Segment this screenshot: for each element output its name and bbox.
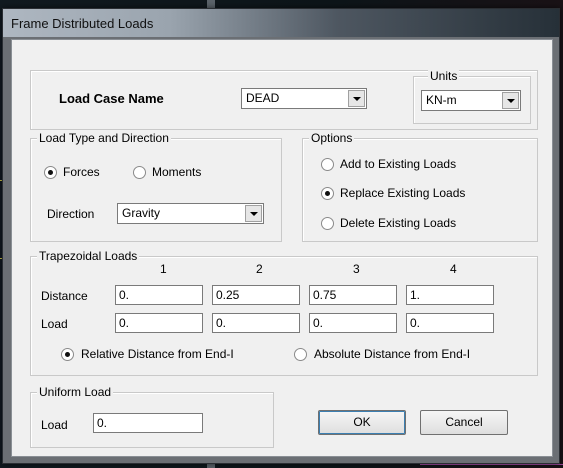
units-group-title: Units bbox=[428, 69, 460, 83]
direction-value: Gravity bbox=[122, 206, 161, 220]
column-header-1: 1 bbox=[160, 262, 167, 276]
trapezoidal-loads-group: Trapezoidal Loads 1 2 3 4 Distance 0. 0.… bbox=[30, 249, 538, 376]
uniform-group-title: Uniform Load bbox=[37, 385, 114, 399]
load-case-label: Load Case Name bbox=[59, 91, 164, 106]
load-input-1[interactable]: 0. bbox=[115, 313, 203, 333]
frame-distributed-loads-dialog: Frame Distributed Loads Load Case Name D… bbox=[2, 8, 560, 464]
moments-label: Moments bbox=[152, 165, 202, 179]
direction-combo[interactable]: Gravity bbox=[117, 203, 264, 224]
load-case-value: DEAD bbox=[246, 91, 280, 105]
load-input-2[interactable]: 0. bbox=[212, 313, 300, 333]
options-group-title: Options bbox=[309, 131, 355, 145]
background-grid-line bbox=[420, 464, 563, 465]
load-row-label: Load bbox=[41, 317, 68, 331]
direction-label: Direction bbox=[47, 207, 95, 221]
load-case-group: Load Case Name DEAD Units KN-m bbox=[30, 69, 538, 130]
delete-existing-radio[interactable] bbox=[321, 217, 334, 230]
add-existing-radio[interactable] bbox=[321, 158, 334, 171]
trapezoidal-group-title: Trapezoidal Loads bbox=[37, 249, 140, 263]
chevron-down-icon[interactable] bbox=[348, 90, 365, 107]
window-title: Frame Distributed Loads bbox=[11, 16, 154, 31]
units-combo[interactable]: KN-m bbox=[421, 90, 521, 111]
add-existing-label: Add to Existing Loads bbox=[340, 157, 457, 171]
title-bar[interactable]: Frame Distributed Loads bbox=[3, 9, 559, 37]
uniform-load-input[interactable]: 0. bbox=[93, 413, 203, 433]
absolute-distance-label: Absolute Distance from End-I bbox=[314, 347, 471, 361]
column-header-2: 2 bbox=[256, 262, 263, 276]
replace-existing-radio[interactable] bbox=[321, 187, 334, 200]
relative-distance-radio[interactable] bbox=[61, 348, 74, 361]
load-case-combo[interactable]: DEAD bbox=[241, 88, 367, 109]
forces-label: Forces bbox=[63, 165, 100, 179]
moments-radio[interactable] bbox=[133, 166, 146, 179]
distance-input-3[interactable]: 0.75 bbox=[309, 285, 397, 305]
options-group: Options Add to Existing Loads Replace Ex… bbox=[302, 131, 538, 242]
load-type-group-title: Load Type and Direction bbox=[37, 131, 171, 145]
load-input-4[interactable]: 0. bbox=[406, 313, 494, 333]
units-group: Units KN-m bbox=[413, 69, 531, 124]
load-type-group: Load Type and Direction Forces Moments D… bbox=[30, 131, 282, 242]
absolute-distance-radio[interactable] bbox=[294, 348, 307, 361]
load-input-3[interactable]: 0. bbox=[309, 313, 397, 333]
uniform-load-label: Load bbox=[41, 418, 68, 432]
delete-existing-label: Delete Existing Loads bbox=[340, 216, 457, 230]
chevron-down-icon[interactable] bbox=[245, 205, 262, 222]
distance-input-4[interactable]: 1. bbox=[406, 285, 494, 305]
chevron-down-icon[interactable] bbox=[502, 92, 519, 109]
column-header-4: 4 bbox=[450, 262, 457, 276]
ok-button[interactable]: OK bbox=[318, 410, 406, 435]
distance-label: Distance bbox=[41, 289, 88, 303]
distance-input-2[interactable]: 0.25 bbox=[212, 285, 300, 305]
relative-distance-label: Relative Distance from End-I bbox=[81, 347, 234, 361]
units-value: KN-m bbox=[426, 93, 457, 107]
forces-radio[interactable] bbox=[44, 166, 57, 179]
uniform-load-group: Uniform Load Load 0. bbox=[30, 385, 274, 448]
distance-input-1[interactable]: 0. bbox=[115, 285, 203, 305]
dialog-client-area: Load Case Name DEAD Units KN-m Load Type… bbox=[11, 39, 553, 457]
replace-existing-label: Replace Existing Loads bbox=[340, 186, 466, 200]
cancel-button[interactable]: Cancel bbox=[420, 410, 508, 435]
column-header-3: 3 bbox=[353, 262, 360, 276]
